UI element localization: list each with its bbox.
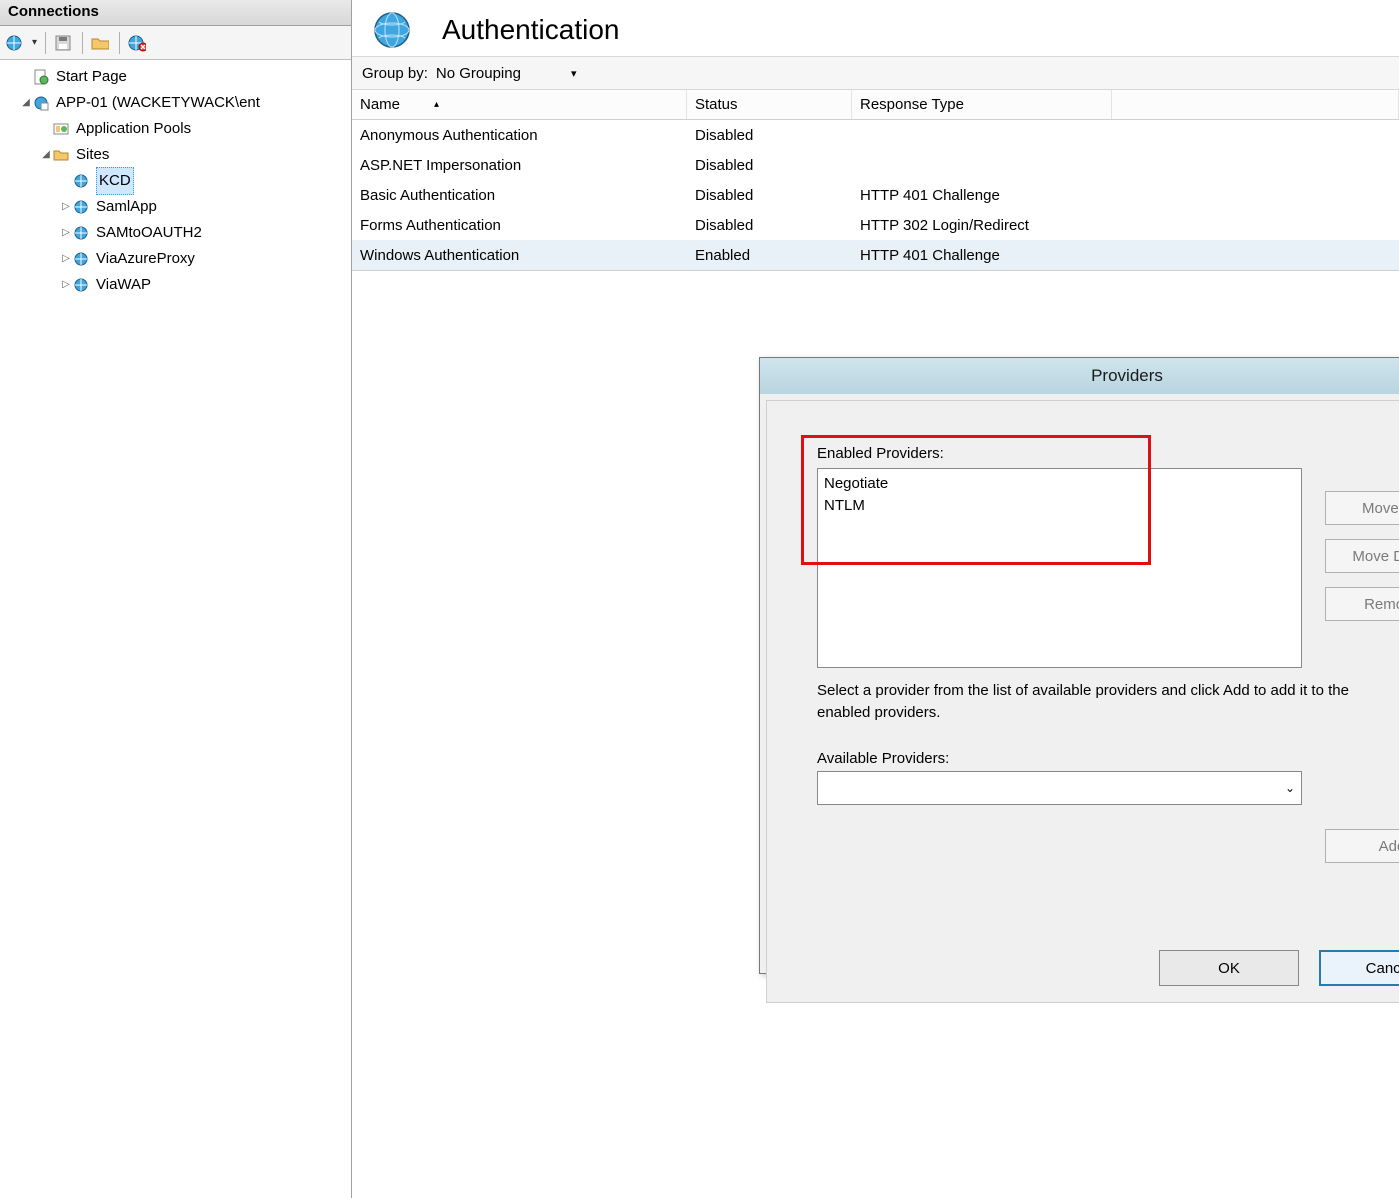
expander-open-icon[interactable]: ◢ bbox=[40, 142, 52, 168]
cell-name: Basic Authentication bbox=[352, 185, 687, 206]
page-title: Authentication bbox=[442, 14, 619, 46]
globe-delete-icon[interactable] bbox=[128, 34, 146, 52]
cell-resp: HTTP 401 Challenge bbox=[852, 185, 1112, 206]
connections-tree[interactable]: Start Page ◢ APP-01 (WACKETYWACK\ent App… bbox=[0, 60, 351, 1198]
connections-panel: Connections ▾ Start Page bbox=[0, 0, 352, 1198]
save-icon[interactable] bbox=[54, 34, 72, 52]
cell-status: Disabled bbox=[687, 125, 852, 146]
cell-resp: HTTP 401 Challenge bbox=[852, 245, 1112, 266]
connections-header: Connections bbox=[0, 0, 351, 26]
tree-label: APP-01 (WACKETYWACK\ent bbox=[56, 90, 260, 116]
col-spacer bbox=[1112, 90, 1399, 119]
site-icon bbox=[72, 276, 90, 294]
cancel-button[interactable]: Cancel bbox=[1319, 950, 1399, 986]
available-providers-label: Available Providers: bbox=[817, 750, 1399, 767]
list-item[interactable]: Negotiate bbox=[824, 473, 1295, 495]
group-by-label: Group by: bbox=[362, 65, 428, 82]
tree-app-pools[interactable]: Application Pools bbox=[4, 116, 351, 142]
globe-add-icon[interactable] bbox=[6, 34, 24, 52]
grid-row[interactable]: Forms AuthenticationDisabledHTTP 302 Log… bbox=[352, 210, 1399, 240]
cell-resp bbox=[852, 163, 1112, 167]
col-label: Name bbox=[360, 96, 400, 113]
cell-status: Disabled bbox=[687, 215, 852, 236]
enabled-providers-label: Enabled Providers: bbox=[817, 445, 1399, 462]
tree-label: Start Page bbox=[56, 64, 127, 90]
server-icon bbox=[32, 94, 50, 112]
cell-name: Anonymous Authentication bbox=[352, 125, 687, 146]
move-up-button[interactable]: Move Up bbox=[1325, 491, 1399, 525]
grid-row[interactable]: Basic AuthenticationDisabledHTTP 401 Cha… bbox=[352, 180, 1399, 210]
tree-site-samlapp[interactable]: ▷ SamlApp bbox=[4, 194, 351, 220]
tree-start-page[interactable]: Start Page bbox=[4, 64, 351, 90]
expander-open-icon[interactable]: ◢ bbox=[20, 90, 32, 116]
col-label: Status bbox=[695, 96, 738, 113]
grid-row-selected[interactable]: Windows AuthenticationEnabledHTTP 401 Ch… bbox=[352, 240, 1399, 270]
chevron-down-icon: ▾ bbox=[571, 67, 577, 80]
app-pools-icon bbox=[52, 120, 70, 138]
tree-label: SAMtoOAUTH2 bbox=[96, 220, 202, 246]
expander-closed-icon[interactable]: ▷ bbox=[60, 194, 72, 220]
tree-site-viaazureproxy[interactable]: ▷ ViaAzureProxy bbox=[4, 246, 351, 272]
dialog-titlebar[interactable]: Providers ? x bbox=[760, 358, 1399, 394]
expander-closed-icon[interactable]: ▷ bbox=[60, 220, 72, 246]
cell-name: Windows Authentication bbox=[352, 245, 687, 266]
providers-dialog: Providers ? x Enabled Providers: Negotia… bbox=[759, 357, 1399, 974]
auth-grid: Name ▴ Status Response Type Anonymous Aut… bbox=[352, 90, 1399, 271]
site-icon bbox=[72, 172, 90, 190]
tree-label: SamlApp bbox=[96, 194, 157, 220]
grid-row[interactable]: Anonymous AuthenticationDisabled bbox=[352, 120, 1399, 150]
cell-name: ASP.NET Impersonation bbox=[352, 155, 687, 176]
enabled-providers-list[interactable]: Negotiate NTLM bbox=[817, 468, 1302, 668]
add-button[interactable]: Add bbox=[1325, 829, 1399, 863]
site-icon bbox=[72, 198, 90, 216]
expander-closed-icon[interactable]: ▷ bbox=[60, 272, 72, 298]
tree-label: KCD bbox=[96, 167, 134, 195]
cell-status: Disabled bbox=[687, 155, 852, 176]
dropdown-arrow-icon[interactable]: ▾ bbox=[32, 37, 37, 48]
grid-row[interactable]: ASP.NET ImpersonationDisabled bbox=[352, 150, 1399, 180]
tree-label: Application Pools bbox=[76, 116, 191, 142]
site-icon bbox=[72, 224, 90, 242]
site-icon bbox=[72, 250, 90, 268]
connections-toolbar: ▾ bbox=[0, 26, 351, 60]
tree-site-viawap[interactable]: ▷ ViaWAP bbox=[4, 272, 351, 298]
col-name[interactable]: Name ▴ bbox=[352, 90, 687, 119]
tree-label: Sites bbox=[76, 142, 109, 168]
cell-resp bbox=[852, 133, 1112, 137]
available-providers-combo[interactable]: ⌄ bbox=[817, 771, 1302, 805]
help-text: Select a provider from the list of avail… bbox=[817, 680, 1397, 724]
cell-status: Enabled bbox=[687, 245, 852, 266]
main-content: Authentication Group by: No Grouping ▾ N… bbox=[352, 0, 1399, 1198]
cell-name: Forms Authentication bbox=[352, 215, 687, 236]
tree-label: ViaAzureProxy bbox=[96, 246, 195, 272]
folder-icon bbox=[52, 146, 70, 164]
group-by-bar: Group by: No Grouping ▾ bbox=[352, 56, 1399, 90]
cell-status: Disabled bbox=[687, 185, 852, 206]
remove-button[interactable]: Remove bbox=[1325, 587, 1399, 621]
ok-button[interactable]: OK bbox=[1159, 950, 1299, 986]
authentication-icon bbox=[372, 10, 412, 50]
group-by-dropdown[interactable]: No Grouping ▾ bbox=[436, 65, 577, 82]
move-down-button[interactable]: Move Down bbox=[1325, 539, 1399, 573]
list-item[interactable]: NTLM bbox=[824, 495, 1295, 517]
cell-resp: HTTP 302 Login/Redirect bbox=[852, 215, 1112, 236]
col-status[interactable]: Status bbox=[687, 90, 852, 119]
page-icon bbox=[32, 68, 50, 86]
col-response[interactable]: Response Type bbox=[852, 90, 1112, 119]
chevron-down-icon: ⌄ bbox=[1285, 781, 1295, 795]
folder-open-icon[interactable] bbox=[91, 34, 109, 52]
sort-asc-icon: ▴ bbox=[434, 99, 439, 110]
tree-server[interactable]: ◢ APP-01 (WACKETYWACK\ent bbox=[4, 90, 351, 116]
group-by-value: No Grouping bbox=[436, 65, 521, 82]
tree-sites[interactable]: ◢ Sites bbox=[4, 142, 351, 168]
tree-site-samtooauth2[interactable]: ▷ SAMtoOAUTH2 bbox=[4, 220, 351, 246]
dialog-title: Providers bbox=[1091, 366, 1163, 386]
tree-label: ViaWAP bbox=[96, 272, 151, 298]
tree-site-kcd[interactable]: KCD bbox=[4, 168, 351, 194]
col-label: Response Type bbox=[860, 96, 964, 113]
expander-closed-icon[interactable]: ▷ bbox=[60, 246, 72, 272]
